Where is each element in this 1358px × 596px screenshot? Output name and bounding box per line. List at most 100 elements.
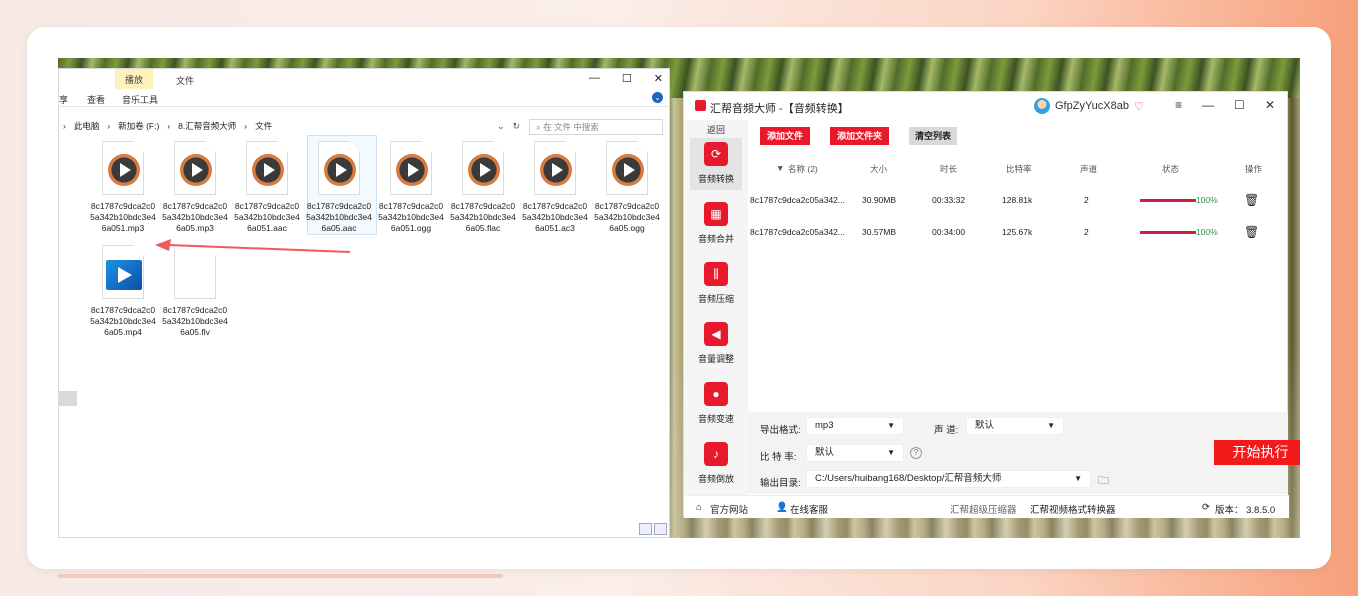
chevron-down-icon: ▼	[887, 421, 895, 430]
trash-icon[interactable]: 🗑	[1244, 225, 1259, 239]
tab-play[interactable]: 播放	[115, 69, 153, 89]
address-tools: ⌄ ↻	[497, 121, 520, 132]
file-name: 8c1787c9dca2c05a342b10bdc3e46a051.ac3	[522, 201, 588, 233]
search-input[interactable]: ⌕ 在 文件 中搜索	[529, 119, 663, 135]
column-name[interactable]: 名称 (2)	[788, 163, 818, 175]
trash-icon[interactable]: 🗑	[1244, 193, 1259, 207]
file-name: 8c1787c9dca2c05a342b10bdc3e46a051.aac	[234, 201, 300, 233]
audio-file-icon	[390, 141, 432, 195]
speed-icon: ●	[704, 382, 728, 406]
chevron-down-icon: ▼	[1074, 474, 1082, 483]
cell-bitrate: 128.81k	[1002, 195, 1033, 205]
add-folder-button[interactable]: 添加文件夹	[830, 127, 890, 145]
table-row[interactable]: 8c1787c9dca2c05a342... 30.90MB 00:33:32 …	[748, 185, 1288, 217]
breadcrumb[interactable]: › 此电脑 › 新加卷 (F:) › 8.汇帮音频大师 › 文件	[59, 117, 524, 135]
details-view-icon[interactable]	[639, 523, 652, 535]
file-name: 8c1787c9dca2c05a342b10bdc3e46a05.mp3	[162, 201, 228, 233]
cell-duration: 00:34:00	[932, 227, 966, 237]
sidebar-item-audio-compress[interactable]: ⫼ 音频压缩	[690, 258, 742, 310]
help-icon[interactable]: ?	[910, 447, 922, 459]
tab-file[interactable]: 文件	[176, 74, 194, 87]
file-name: 8c1787c9dca2c05a342b10bdc3e46a05.flv	[162, 305, 228, 337]
user-account[interactable]: GfpZyYucX8ab ♡	[1034, 98, 1144, 114]
progress-percent: 100%	[1196, 227, 1218, 237]
audio-file-icon	[534, 141, 576, 195]
search-placeholder: 在 文件 中搜索	[543, 122, 599, 132]
channel-select[interactable]: 默认 ▼	[966, 417, 1064, 435]
ribbon-view[interactable]: 查看	[87, 93, 105, 106]
table-row[interactable]: 8c1787c9dca2c05a342... 30.57MB 00:34:00 …	[748, 217, 1288, 249]
sort-icon[interactable]: ▼	[776, 163, 784, 173]
breadcrumb-app-folder[interactable]: 8.汇帮音频大师	[178, 120, 236, 132]
maximize-button[interactable]: ☐	[1234, 98, 1245, 112]
video-file-icon	[102, 245, 144, 299]
bitrate-select[interactable]: 默认 ▼	[806, 444, 904, 462]
progress-bar	[1140, 231, 1196, 234]
close-button[interactable]: ✕	[654, 72, 663, 85]
sidebar-item-audio-convert[interactable]: ⟳ 音频转换	[690, 138, 742, 190]
maximize-button[interactable]: ☐	[622, 72, 632, 85]
breadcrumb-this-pc[interactable]: 此电脑	[74, 120, 100, 132]
online-support-link[interactable]: 在线客服	[790, 502, 828, 516]
app-window-controls: ≡ — ☐ ✕	[1175, 98, 1275, 112]
file-item[interactable]: 8c1787c9dca2c05a342b10bdc3e46a05.mp3	[161, 141, 229, 234]
minimize-button[interactable]: —	[589, 72, 600, 85]
breadcrumb-drive[interactable]: 新加卷 (F:)	[118, 120, 159, 132]
play-icon	[180, 154, 212, 186]
add-file-button[interactable]: 添加文件	[760, 127, 811, 145]
play-icon	[468, 154, 500, 186]
play-icon	[108, 154, 140, 186]
close-button[interactable]: ✕	[1265, 98, 1275, 112]
start-button[interactable]: 开始执行	[1214, 440, 1300, 465]
app-title: 汇帮音频大师 -【音频转换】	[710, 103, 849, 115]
cell-size: 30.57MB	[862, 227, 897, 237]
explorer-window-controls: — ☐ ✕	[589, 72, 663, 85]
sidebar-item-reverse[interactable]: ♪ 音频倒放	[690, 438, 742, 490]
file-item[interactable]: 8c1787c9dca2c05a342b10bdc3e46a05.flac	[449, 141, 517, 234]
chevron-down-icon[interactable]: ⌄	[497, 121, 505, 132]
large-icons-view-icon[interactable]	[654, 523, 667, 535]
compressor-link[interactable]: 汇帮超级压缩器	[950, 502, 1017, 516]
file-item[interactable]: 8c1787c9dca2c05a342b10bdc3e46a05.ogg	[593, 141, 661, 234]
file-item[interactable]: 8c1787c9dca2c05a342b10bdc3e46a05.mp4	[89, 245, 157, 338]
audio-file-icon	[102, 141, 144, 195]
audio-file-icon	[246, 141, 288, 195]
column-status: 状态	[1162, 164, 1180, 174]
play-icon	[324, 154, 356, 186]
clear-list-button[interactable]: 清空列表	[909, 127, 958, 145]
refresh-icon[interactable]: ⟳	[1202, 502, 1210, 513]
ribbon-music-tools[interactable]: 音乐工具	[115, 93, 165, 106]
audio-file-icon	[606, 141, 648, 195]
menu-button[interactable]: ≡	[1175, 98, 1182, 112]
sidebar-item-audio-merge[interactable]: ▦ 音频合并	[690, 198, 742, 250]
help-icon[interactable]: ⌄	[652, 92, 663, 103]
back-button[interactable]: 返回	[684, 123, 748, 136]
video-converter-link[interactable]: 汇帮视频格式转换器	[1030, 502, 1116, 516]
desktop-screenshot: 播放 文件 — ☐ ✕ 享 查看 音乐工具 ⌄ › 此电脑 › 新加卷 (F:)…	[58, 58, 1300, 538]
file-item[interactable]: 8c1787c9dca2c05a342b10bdc3e46a051.ogg	[377, 141, 445, 234]
format-select[interactable]: mp3 ▼	[806, 417, 904, 435]
file-name: 8c1787c9dca2c05a342b10bdc3e46a05.aac	[306, 201, 372, 233]
breadcrumb-files[interactable]: 文件	[255, 120, 272, 132]
scrollbar-thumb[interactable]	[59, 391, 77, 406]
file-item[interactable]: 8c1787c9dca2c05a342b10bdc3e46a051.aac	[233, 141, 301, 234]
file-name: 8c1787c9dca2c05a342b10bdc3e46a05.mp4	[90, 305, 156, 337]
sidebar-item-speed[interactable]: ● 音频变速	[690, 378, 742, 430]
ribbon-share[interactable]: 享	[59, 93, 68, 106]
chevron-down-icon: ▼	[1047, 421, 1055, 430]
output-settings-panel: 导出格式: mp3 ▼ 声 道: 默认 ▼ 比 特 率: 默认 ▼ ? 输出目录…	[748, 412, 1300, 494]
cell-duration: 00:33:32	[932, 195, 966, 205]
refresh-icon[interactable]: ↻	[513, 121, 521, 132]
video-play-icon	[106, 260, 142, 290]
column-bitrate: 比特率	[1006, 164, 1032, 174]
file-item[interactable]: 8c1787c9dca2c05a342b10bdc3e46a051.mp3	[89, 141, 157, 234]
progress-percent: 100%	[1196, 195, 1218, 205]
file-item[interactable]: 8c1787c9dca2c05a342b10bdc3e46a051.ac3	[521, 141, 589, 234]
official-site-link[interactable]: 官方网站	[710, 502, 748, 516]
sidebar-item-volume[interactable]: ◀ 音量调整	[690, 318, 742, 370]
minimize-button[interactable]: —	[1202, 98, 1214, 112]
folder-icon[interactable]: 🗀	[1098, 472, 1109, 491]
output-dir-select[interactable]: C:/Users/huibang168/Desktop/汇帮音频大师 ▼	[806, 470, 1091, 488]
breadcrumb-separator: ›	[63, 121, 66, 131]
file-item[interactable]: 8c1787c9dca2c05a342b10bdc3e46a05.aac	[305, 141, 373, 234]
